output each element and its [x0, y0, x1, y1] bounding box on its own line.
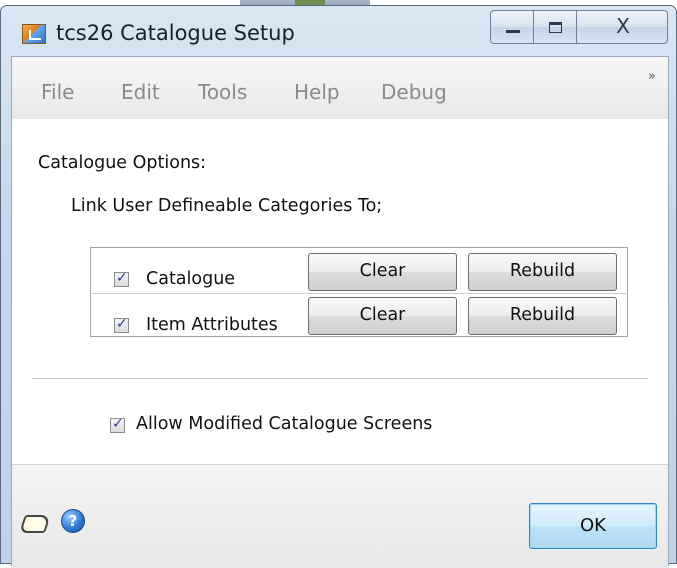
menu-file[interactable]: File [41, 80, 74, 104]
catalogue-label: Catalogue [146, 269, 236, 289]
check-icon: ✓ [112, 416, 124, 432]
menu-debug[interactable]: Debug [381, 80, 447, 104]
minimize-button[interactable] [490, 10, 534, 44]
item-attributes-label: Item Attributes [146, 315, 278, 335]
dialog-window: tcs26 Catalogue Setup X File Edit Tools … [0, 5, 677, 568]
minimize-icon [506, 30, 520, 33]
ok-button[interactable]: OK [529, 503, 657, 549]
menu-tools[interactable]: Tools [198, 80, 247, 104]
title-bar[interactable]: tcs26 Catalogue Setup X [1, 6, 677, 50]
dialog-footer: ? OK [12, 464, 668, 568]
item-attributes-rebuild-button[interactable]: Rebuild [468, 297, 617, 335]
close-button[interactable]: X [576, 10, 668, 44]
note-icon[interactable] [19, 515, 51, 533]
menu-edit[interactable]: Edit [121, 80, 160, 104]
link-categories-label: Link User Defineable Categories To; [71, 196, 383, 216]
catalogue-checkbox[interactable]: ✓ [114, 270, 129, 287]
item-attributes-checkbox[interactable]: ✓ [114, 316, 129, 333]
check-icon: ✓ [116, 270, 128, 286]
client-area: File Edit Tools Help Debug » Catalogue O… [11, 56, 669, 568]
maximize-icon [549, 22, 562, 33]
menu-bar: File Edit Tools Help Debug » [12, 57, 668, 120]
catalogue-rebuild-button[interactable]: Rebuild [468, 253, 617, 291]
window-title: tcs26 Catalogue Setup [56, 21, 295, 45]
allow-modified-checkbox[interactable]: ✓ [110, 416, 125, 433]
item-attributes-clear-button[interactable]: Clear [308, 297, 457, 335]
group-row-divider [92, 293, 626, 294]
catalogue-clear-button[interactable]: Clear [308, 253, 457, 291]
catalogue-options-heading: Catalogue Options: [38, 153, 207, 173]
close-icon: X [616, 14, 630, 38]
app-icon [22, 24, 46, 44]
allow-modified-label: Allow Modified Catalogue Screens [136, 414, 433, 434]
section-divider [32, 378, 648, 379]
check-icon: ✓ [116, 316, 128, 332]
help-icon[interactable]: ? [61, 509, 85, 533]
maximize-button[interactable] [533, 10, 577, 44]
menu-help[interactable]: Help [294, 80, 340, 104]
menu-overflow-icon[interactable]: » [648, 69, 656, 84]
